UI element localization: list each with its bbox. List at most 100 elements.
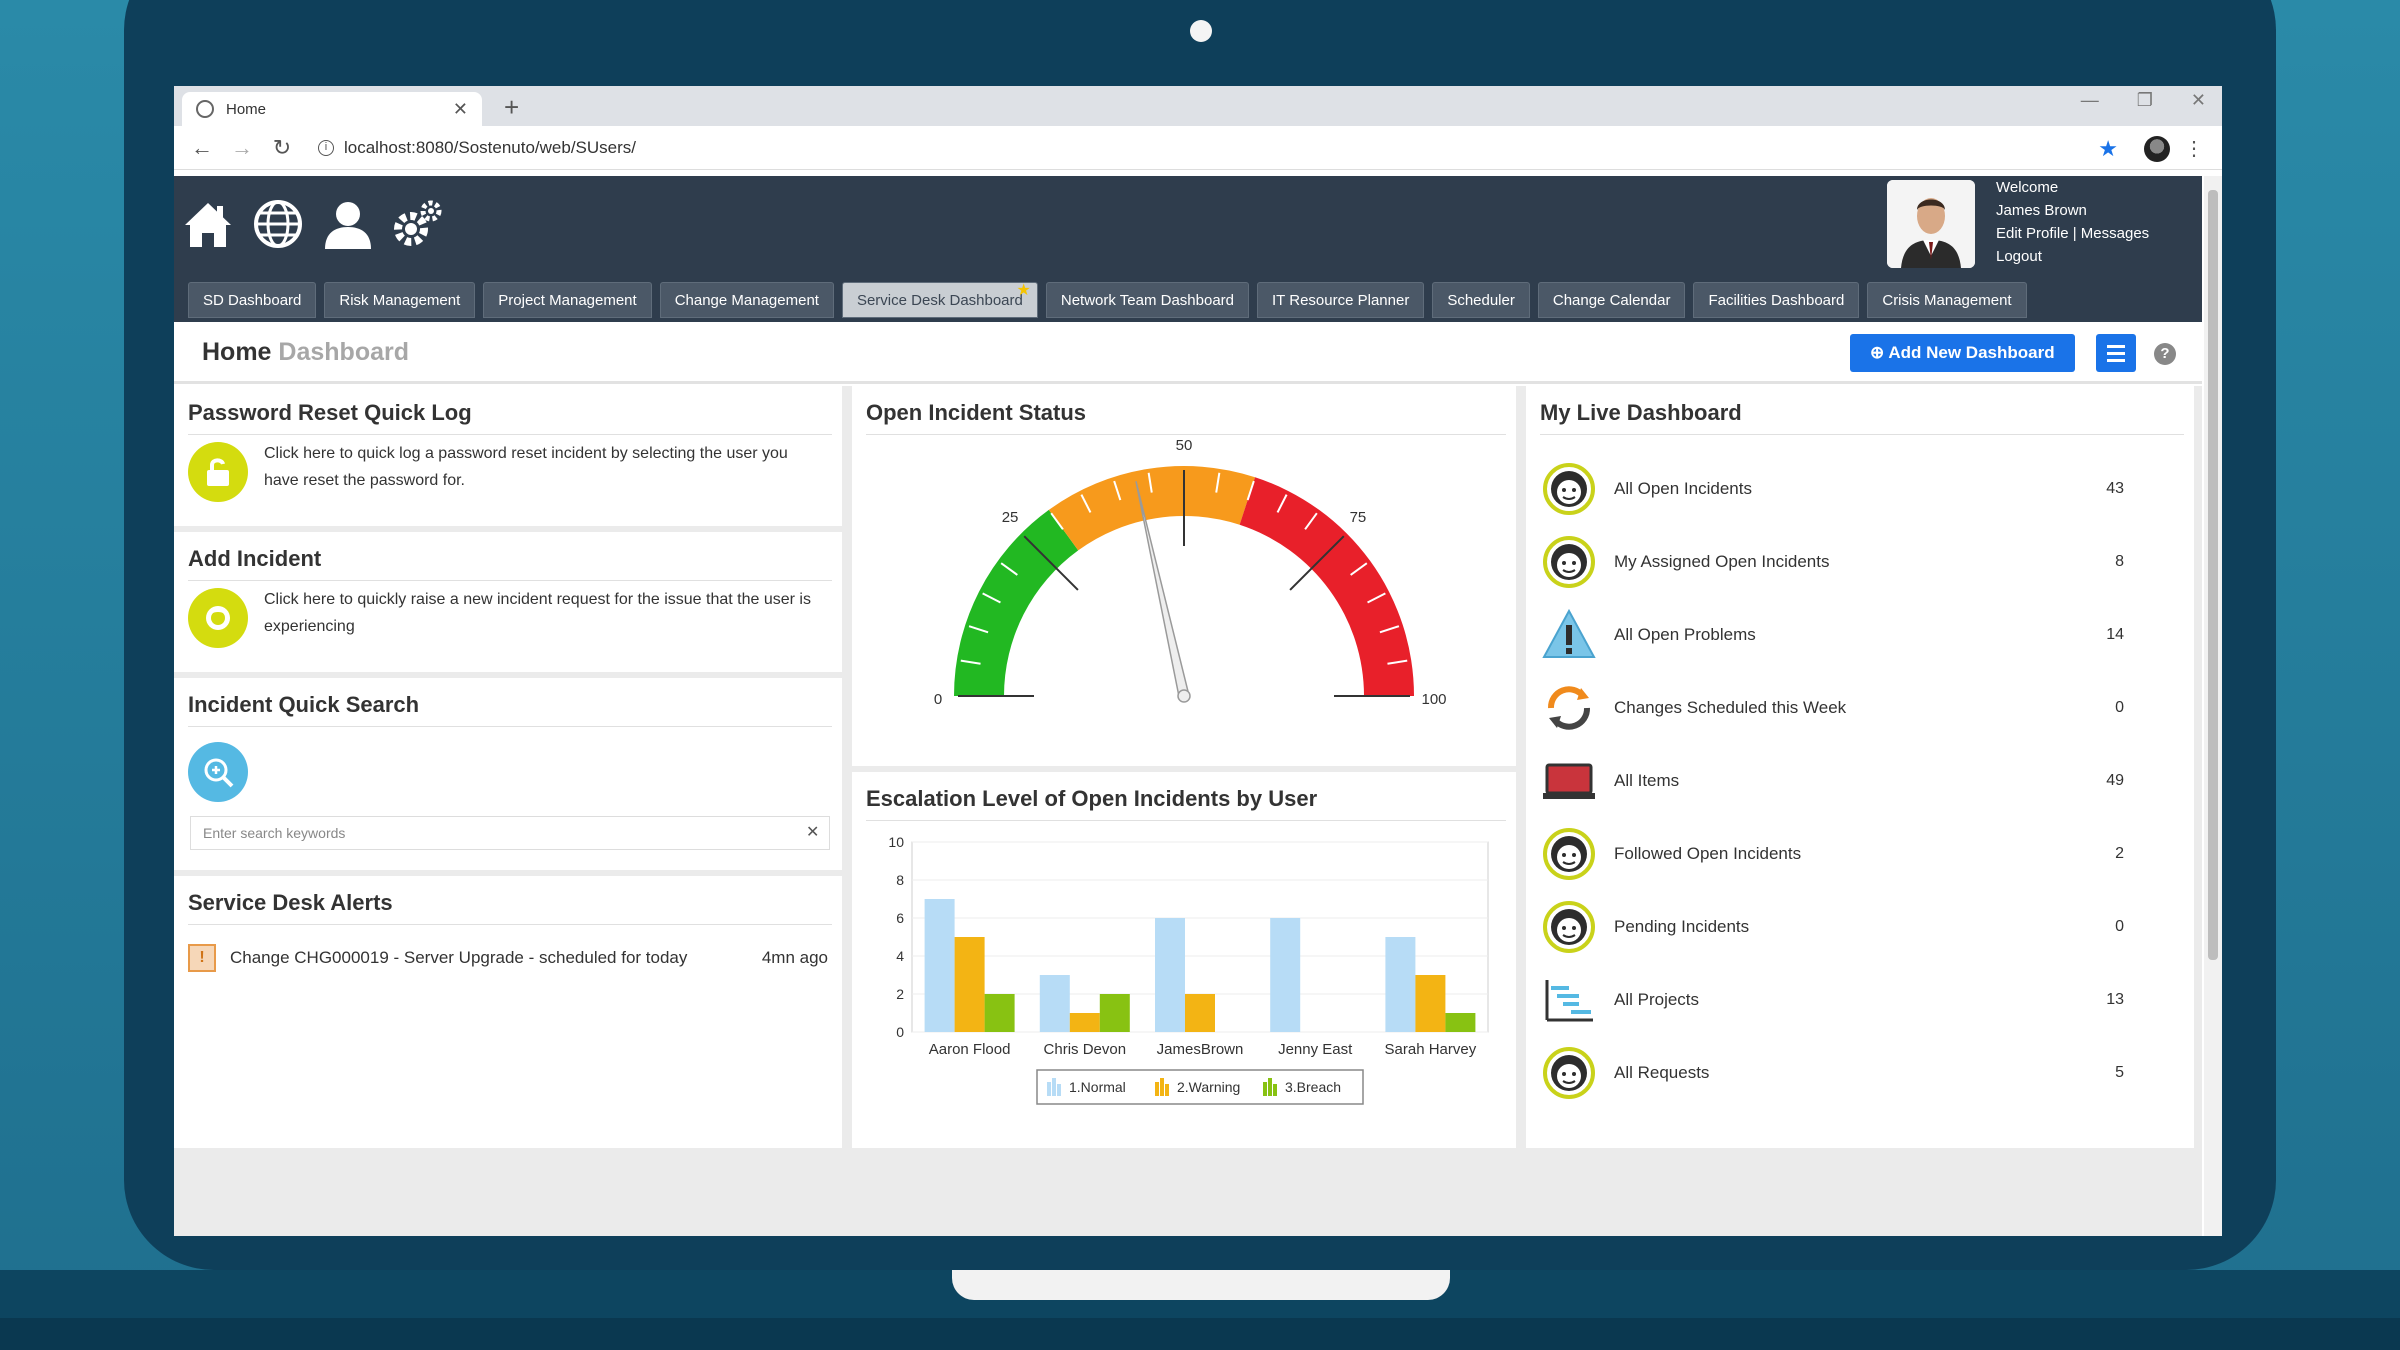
clear-search-icon[interactable]: ✕ <box>806 822 819 842</box>
legend-label[interactable]: 3.Breach <box>1285 1079 1341 1095</box>
settings-icon[interactable] <box>390 196 446 252</box>
bar[interactable] <box>1270 918 1301 1032</box>
live-item-label[interactable]: All Open Problems <box>1614 625 2090 645</box>
add-incident-text[interactable]: Click here to quickly raise a new incide… <box>264 586 824 640</box>
bar[interactable] <box>954 937 985 1032</box>
help-icon[interactable]: ? <box>2154 343 2176 365</box>
alert-text[interactable]: Change CHG000019 - Server Upgrade - sche… <box>230 948 762 968</box>
tab-crisis-management[interactable]: Crisis Management <box>1867 282 2027 318</box>
bar[interactable] <box>924 899 955 1032</box>
alert-item[interactable]: ! Change CHG000019 - Server Upgrade - sc… <box>188 944 828 972</box>
close-icon[interactable]: ✕ <box>453 99 468 120</box>
add-incident-title: Add Incident <box>188 546 322 571</box>
live-dashboard-item[interactable]: All Open Problems 14 <box>1540 604 2150 666</box>
tab-service-desk-dashboard[interactable]: Service Desk Dashboard ★ <box>841 282 1038 318</box>
live-item-count[interactable]: 14 <box>2090 626 2150 644</box>
bar[interactable] <box>1069 1013 1100 1032</box>
live-dashboard-item[interactable]: All Projects 13 <box>1540 969 2150 1031</box>
close-window-icon[interactable]: ✕ <box>2191 90 2206 111</box>
live-item-label[interactable]: Followed Open Incidents <box>1614 844 2090 864</box>
url-field[interactable]: i localhost:8080/Sostenuto/web/SUsers/ <box>318 138 636 158</box>
bar[interactable] <box>1385 937 1416 1032</box>
new-tab-button[interactable]: + <box>504 92 519 123</box>
y-tick-label: 8 <box>896 872 904 888</box>
gauge-tick-label: 50 <box>1176 438 1193 454</box>
bar[interactable] <box>984 994 1015 1032</box>
legend-swatch <box>1263 1082 1267 1096</box>
forward-icon[interactable]: → <box>230 135 254 161</box>
legend-label[interactable]: 2.Warning <box>1177 1079 1240 1095</box>
browser-profile-icon[interactable] <box>2144 136 2170 162</box>
live-dashboard-item[interactable]: All Open Incidents 43 <box>1540 458 2150 520</box>
tab-scheduler[interactable]: Scheduler <box>1432 282 1530 318</box>
info-icon[interactable]: i <box>318 139 334 156</box>
headset-icon[interactable] <box>188 588 248 648</box>
back-icon[interactable]: ← <box>190 135 214 161</box>
password-reset-panel[interactable]: Password Reset Quick Log Click here to q… <box>174 386 842 526</box>
legend-label[interactable]: 1.Normal <box>1069 1079 1126 1095</box>
live-item-label[interactable]: All Open Incidents <box>1614 479 2090 499</box>
scrollbar-thumb[interactable] <box>2208 190 2218 960</box>
alert-time: 4mn ago <box>761 948 828 967</box>
menu-list-button[interactable] <box>2096 334 2136 372</box>
live-item-label[interactable]: My Assigned Open Incidents <box>1614 552 2090 572</box>
live-dashboard-item[interactable]: All Items 49 <box>1540 750 2150 812</box>
live-item-count[interactable]: 13 <box>2090 991 2150 1009</box>
password-reset-text[interactable]: Click here to quick log a password reset… <box>264 440 824 494</box>
bar[interactable] <box>1415 975 1446 1032</box>
gauge-band-normal <box>954 509 1079 696</box>
live-item-label[interactable]: Pending Incidents <box>1614 917 2090 937</box>
agent-icon <box>1540 533 1598 591</box>
menu-icon[interactable]: ⋮ <box>2184 136 2204 161</box>
live-item-count[interactable]: 49 <box>2090 772 2150 790</box>
add-incident-panel[interactable]: Add Incident Click here to quickly raise… <box>174 532 842 672</box>
tab-facilities-dashboard[interactable]: Facilities Dashboard <box>1693 282 1860 318</box>
tab-risk-management[interactable]: Risk Management <box>324 282 476 318</box>
live-dashboard-item[interactable]: Changes Scheduled this Week 0 <box>1540 677 2150 739</box>
edit-profile-link[interactable]: Edit Profile <box>1996 225 2069 242</box>
live-dashboard-item[interactable]: My Assigned Open Incidents 8 <box>1540 531 2150 593</box>
live-item-label[interactable]: Changes Scheduled this Week <box>1614 698 2090 718</box>
logout-link[interactable]: Logout <box>1996 245 2149 268</box>
tab-change-management[interactable]: Change Management <box>659 282 834 318</box>
search-icon[interactable] <box>188 742 248 802</box>
restore-icon[interactable]: ❐ <box>2137 90 2153 111</box>
live-dashboard-item[interactable]: All Requests 5 <box>1540 1042 2150 1104</box>
live-item-count[interactable]: 0 <box>2090 699 2150 717</box>
tab-network-team-dashboard[interactable]: Network Team Dashboard <box>1045 282 1250 318</box>
live-dashboard-item[interactable]: Pending Incidents 0 <box>1540 896 2150 958</box>
globe-icon[interactable] <box>250 196 306 252</box>
tab-it-resource-planner[interactable]: IT Resource Planner <box>1257 282 1425 318</box>
bar[interactable] <box>1185 994 1215 1032</box>
minimize-icon[interactable]: — <box>2081 90 2099 111</box>
tab-project-management[interactable]: Project Management <box>483 282 652 318</box>
user-icon[interactable] <box>320 196 376 252</box>
page-scrollbar[interactable] <box>2204 176 2222 1236</box>
live-item-label[interactable]: All Items <box>1614 771 2090 791</box>
unlock-icon[interactable] <box>188 442 248 502</box>
live-item-count[interactable]: 5 <box>2090 1064 2150 1082</box>
tab-change-calendar[interactable]: Change Calendar <box>1537 282 1686 318</box>
live-item-label[interactable]: All Requests <box>1614 1063 2090 1083</box>
live-item-label[interactable]: All Projects <box>1614 990 2090 1010</box>
messages-link[interactable]: Messages <box>2081 225 2149 242</box>
browser-tab[interactable]: Home ✕ <box>182 92 482 126</box>
live-item-count[interactable]: 2 <box>2090 845 2150 863</box>
bar[interactable] <box>1155 918 1185 1032</box>
live-item-count[interactable]: 8 <box>2090 553 2150 571</box>
reload-icon[interactable]: ↻ <box>270 135 294 161</box>
bar[interactable] <box>1099 994 1130 1032</box>
home-icon[interactable] <box>180 196 236 252</box>
search-input[interactable] <box>190 816 830 850</box>
alert-bell-icon: ! <box>188 944 216 972</box>
live-item-count[interactable]: 43 <box>2090 480 2150 498</box>
live-item-count[interactable]: 0 <box>2090 918 2150 936</box>
add-new-dashboard-button[interactable]: ⊕ Add New Dashboard <box>1850 334 2075 372</box>
x-tick-label: Aaron Flood <box>929 1041 1011 1058</box>
bookmark-star-icon[interactable]: ★ <box>2098 136 2118 162</box>
bar[interactable] <box>1039 975 1070 1032</box>
live-dashboard-item[interactable]: Followed Open Incidents 2 <box>1540 823 2150 885</box>
avatar[interactable] <box>1887 180 1975 268</box>
tab-sd-dashboard[interactable]: SD Dashboard <box>188 282 317 318</box>
bar[interactable] <box>1445 1013 1476 1032</box>
